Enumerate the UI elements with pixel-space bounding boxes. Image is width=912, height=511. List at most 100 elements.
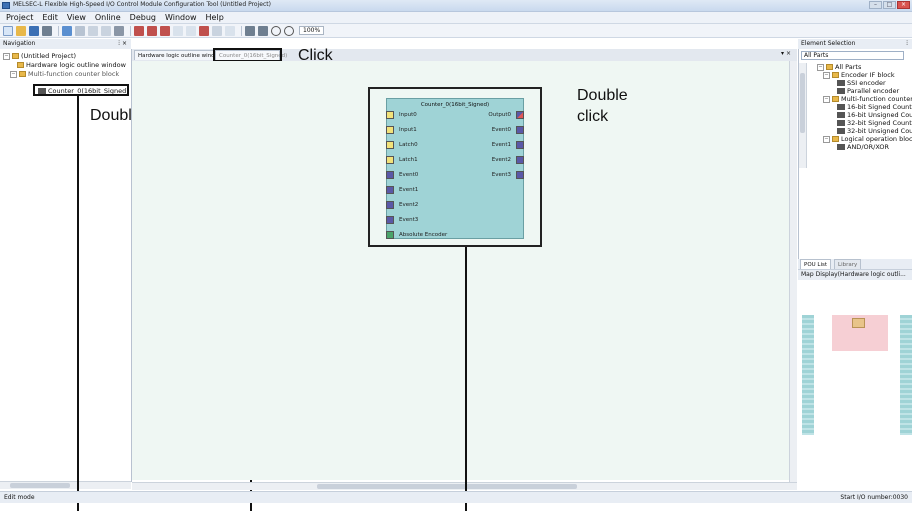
menu-edit[interactable]: Edit <box>42 13 58 22</box>
save-icon[interactable] <box>29 25 39 36</box>
port-event0-out[interactable] <box>516 126 524 134</box>
print-icon[interactable] <box>42 25 52 36</box>
port-absolute-encoder[interactable] <box>386 231 394 239</box>
port-event1-out[interactable] <box>516 141 524 149</box>
label-event0-out: Event0 <box>491 127 511 133</box>
map-display-header: Map Display(Hardware logic outli... <box>798 269 912 280</box>
tab-pou-list[interactable]: POU List <box>800 259 832 269</box>
parts-counter-group[interactable]: −Multi-function counter block <box>823 95 912 103</box>
zoom-in-icon[interactable] <box>271 25 281 36</box>
maximize-button[interactable]: □ <box>883 1 896 9</box>
port-input1[interactable] <box>386 126 394 134</box>
menu-bar: Project Edit View Online Debug Window He… <box>0 12 912 24</box>
write-icon[interactable] <box>134 25 144 36</box>
tree-item-counter0[interactable]: Counter_0(16bit_Signed) <box>33 84 129 96</box>
navigation-pin-close[interactable]: ⵗ × <box>118 40 127 47</box>
tab-library[interactable]: Library <box>834 259 862 269</box>
label-output0: Output0 <box>488 112 511 118</box>
tree-item-hardware-logic[interactable]: Hardware logic outline window <box>17 61 126 69</box>
paste-icon[interactable] <box>101 25 111 36</box>
menu-online[interactable]: Online <box>95 13 121 22</box>
annotation-double-line1: Double <box>577 87 628 104</box>
map-display-title: Map Display(Hardware logic outli... <box>801 271 906 278</box>
parts-32bit-unsigned[interactable]: 32-bit Unsigned Counter <box>837 127 912 135</box>
port-event1-in[interactable] <box>386 186 394 194</box>
copy-icon[interactable] <box>88 25 98 36</box>
element-selection-title: Element Selection <box>801 40 856 47</box>
folder-icon <box>826 64 833 70</box>
parts-logic-group[interactable]: − Logical operation block <box>823 135 912 143</box>
close-button[interactable]: × <box>897 1 910 9</box>
port-output0[interactable] <box>516 111 524 119</box>
block-icon <box>837 104 845 110</box>
parts-and-or-xor[interactable]: AND/OR/XOR <box>837 143 889 151</box>
canvas-vertical-scrollbar[interactable] <box>789 61 797 482</box>
line-icon[interactable] <box>225 25 235 36</box>
label-event1-in: Event1 <box>399 187 419 193</box>
menu-view[interactable]: View <box>67 13 86 22</box>
parts-encoder-group[interactable]: − Encoder IF block <box>823 71 895 79</box>
new-icon[interactable] <box>3 25 13 36</box>
port-event2-in[interactable] <box>386 201 394 209</box>
app-icon <box>2 2 10 9</box>
parts-32bit-signed[interactable]: 32-bit Signed Counter <box>837 119 912 127</box>
folder-icon <box>17 62 24 68</box>
read-icon[interactable] <box>147 25 157 36</box>
port-event2-out[interactable] <box>516 156 524 164</box>
nav-horizontal-scrollbar[interactable] <box>0 481 131 489</box>
tree-item-counter-block[interactable]: − Multi-function counter block <box>10 70 119 78</box>
parts-16bit-unsigned[interactable]: 16-bit Unsigned Counter <box>837 111 912 119</box>
port-event3-out[interactable] <box>516 171 524 179</box>
redo-icon[interactable] <box>75 25 85 36</box>
counter-block-frame[interactable]: Counter_0(16bit_Signed) Input0 Input1 La… <box>368 87 542 247</box>
folder-icon <box>832 72 839 78</box>
align-icon[interactable] <box>245 25 255 36</box>
verify-icon[interactable] <box>160 25 170 36</box>
port-event0-in[interactable] <box>386 171 394 179</box>
menu-debug[interactable]: Debug <box>130 13 156 22</box>
tab-counter0[interactable]: Counter_0(16bit_Signed) <box>213 48 287 62</box>
label-event2-in: Event2 <box>399 202 419 208</box>
parts-scrollbar[interactable] <box>799 63 807 168</box>
port-latch1[interactable] <box>386 156 394 164</box>
zoom-select[interactable]: 100% <box>299 26 325 35</box>
minimize-button[interactable]: – <box>869 1 882 9</box>
zoom-out-icon[interactable] <box>284 25 294 36</box>
open-icon[interactable] <box>16 25 26 36</box>
tool2-icon[interactable] <box>186 25 196 36</box>
tab-strip-close[interactable]: ▾ × <box>781 50 791 57</box>
block-icon <box>837 80 845 86</box>
port-input0[interactable] <box>386 111 394 119</box>
grid-icon[interactable] <box>258 25 268 36</box>
element-selection-pin[interactable]: ⵗ <box>906 40 908 47</box>
counter-block[interactable]: Counter_0(16bit_Signed) Input0 Input1 La… <box>386 98 524 239</box>
collapse-icon[interactable]: − <box>3 52 10 60</box>
map-display-panel[interactable] <box>798 280 912 480</box>
menu-project[interactable]: Project <box>6 13 33 22</box>
window-title: MELSEC-L Flexible High-Speed I/O Control… <box>13 1 271 8</box>
label-event3-in: Event3 <box>399 217 419 223</box>
menu-window[interactable]: Window <box>165 13 197 22</box>
undo-icon[interactable] <box>62 25 72 36</box>
delete-icon[interactable] <box>114 25 124 36</box>
status-mode: Edit mode <box>4 494 35 501</box>
parts-16bit-signed[interactable]: 16-bit Signed Counter <box>837 103 912 111</box>
status-start-io: Start I/O number:0030 <box>840 494 908 501</box>
folder-icon <box>832 136 839 142</box>
toolbar: 100% <box>0 24 912 38</box>
parts-root[interactable]: − All Parts <box>817 63 861 71</box>
port-event3-in[interactable] <box>386 216 394 224</box>
menu-help[interactable]: Help <box>206 13 224 22</box>
port-latch0[interactable] <box>386 141 394 149</box>
parts-filter-select[interactable]: All Parts <box>801 51 904 60</box>
parts-parallel-encoder[interactable]: Parallel encoder <box>837 87 899 95</box>
tool-icon[interactable] <box>173 25 183 36</box>
counter-block-title: Counter_0(16bit_Signed) <box>420 102 490 108</box>
label-absolute-encoder: Absolute Encoder <box>399 232 448 238</box>
monitor-icon[interactable] <box>199 25 209 36</box>
parts-ssi-encoder[interactable]: SSI encoder <box>837 79 886 87</box>
tree-root[interactable]: − (Untitled Project) <box>3 52 76 60</box>
tab-hardware-logic[interactable]: Hardware logic outline window <box>134 50 227 60</box>
stop-monitor-icon[interactable] <box>212 25 222 36</box>
collapse-icon[interactable]: − <box>10 70 17 78</box>
